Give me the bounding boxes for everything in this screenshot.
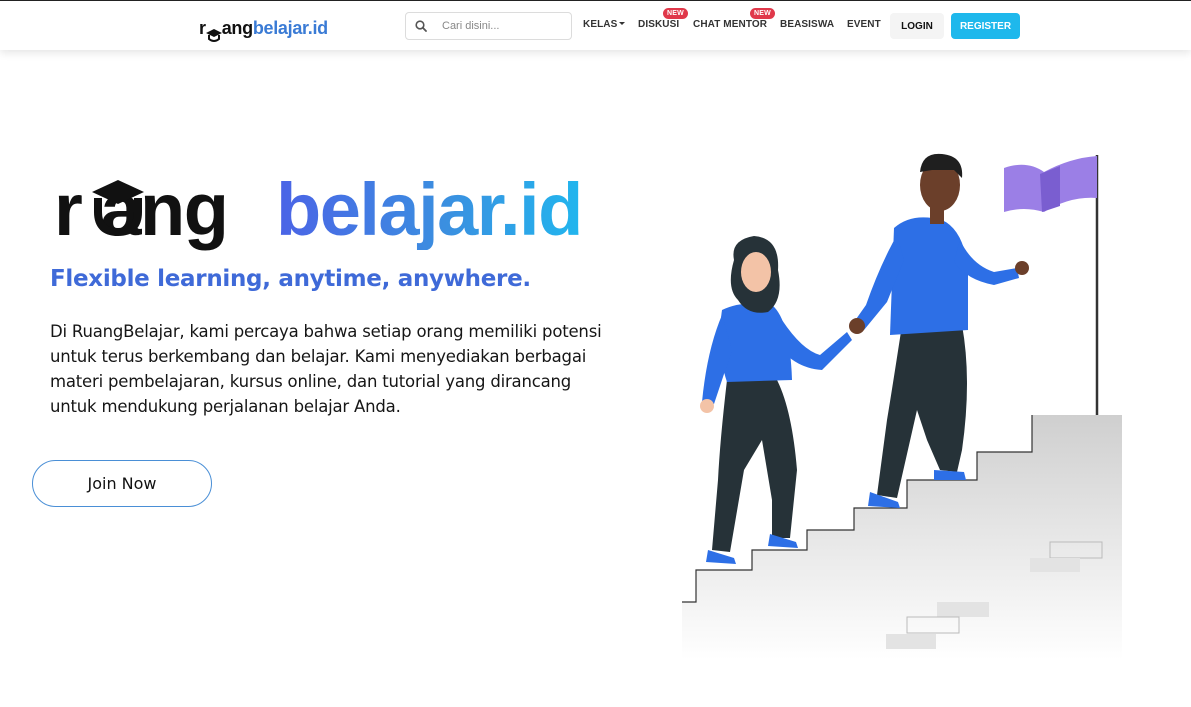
- nav-chat-mentor-label: CHAT MENTOR: [693, 19, 768, 30]
- hero-illustration: [682, 153, 1122, 660]
- nav-event[interactable]: EVENT: [847, 19, 881, 30]
- caret-down-icon: [619, 21, 626, 25]
- join-now-button[interactable]: Join Now: [32, 460, 212, 507]
- hero-description: Di RuangBelajar, kami percaya bahwa seti…: [50, 322, 602, 416]
- flag-shape: [1004, 155, 1099, 415]
- search-box: [405, 12, 572, 40]
- new-badge: NEW: [663, 8, 688, 19]
- navbar-logo-belajar: belajar.id: [252, 18, 328, 38]
- top-navbar: r ang belajar.id KELAS NEW DISKUSI NEW C…: [0, 0, 1191, 50]
- navbar-logo-ang: ang: [221, 18, 253, 38]
- nav-diskusi-label: DISKUSI: [638, 19, 680, 30]
- navbar-logo[interactable]: r ang belajar.id: [199, 15, 328, 42]
- login-button[interactable]: LOGIN: [890, 13, 944, 39]
- new-badge: NEW: [750, 8, 775, 19]
- navbar-logo-r: r: [199, 18, 206, 38]
- search-input[interactable]: [442, 14, 567, 38]
- nav-diskusi[interactable]: NEW DISKUSI: [638, 8, 688, 30]
- nav-kelas-label: KELAS: [583, 19, 618, 30]
- graduation-cap-icon: [92, 180, 144, 236]
- register-button[interactable]: REGISTER: [951, 13, 1020, 39]
- nav-event-label: EVENT: [847, 19, 881, 30]
- hero-logo-blue: belajar.id: [276, 168, 583, 251]
- hero-tagline: Flexible learning, anytime, anywhere.: [50, 266, 531, 292]
- search-icon[interactable]: [406, 13, 436, 39]
- nav-kelas[interactable]: KELAS: [583, 19, 626, 30]
- nav-beasiswa-label: BEASISWA: [780, 19, 835, 30]
- nav-beasiswa[interactable]: BEASISWA: [780, 19, 834, 30]
- woman-figure: [700, 236, 852, 564]
- nav-chat-mentor[interactable]: NEW CHAT MENTOR: [693, 8, 775, 30]
